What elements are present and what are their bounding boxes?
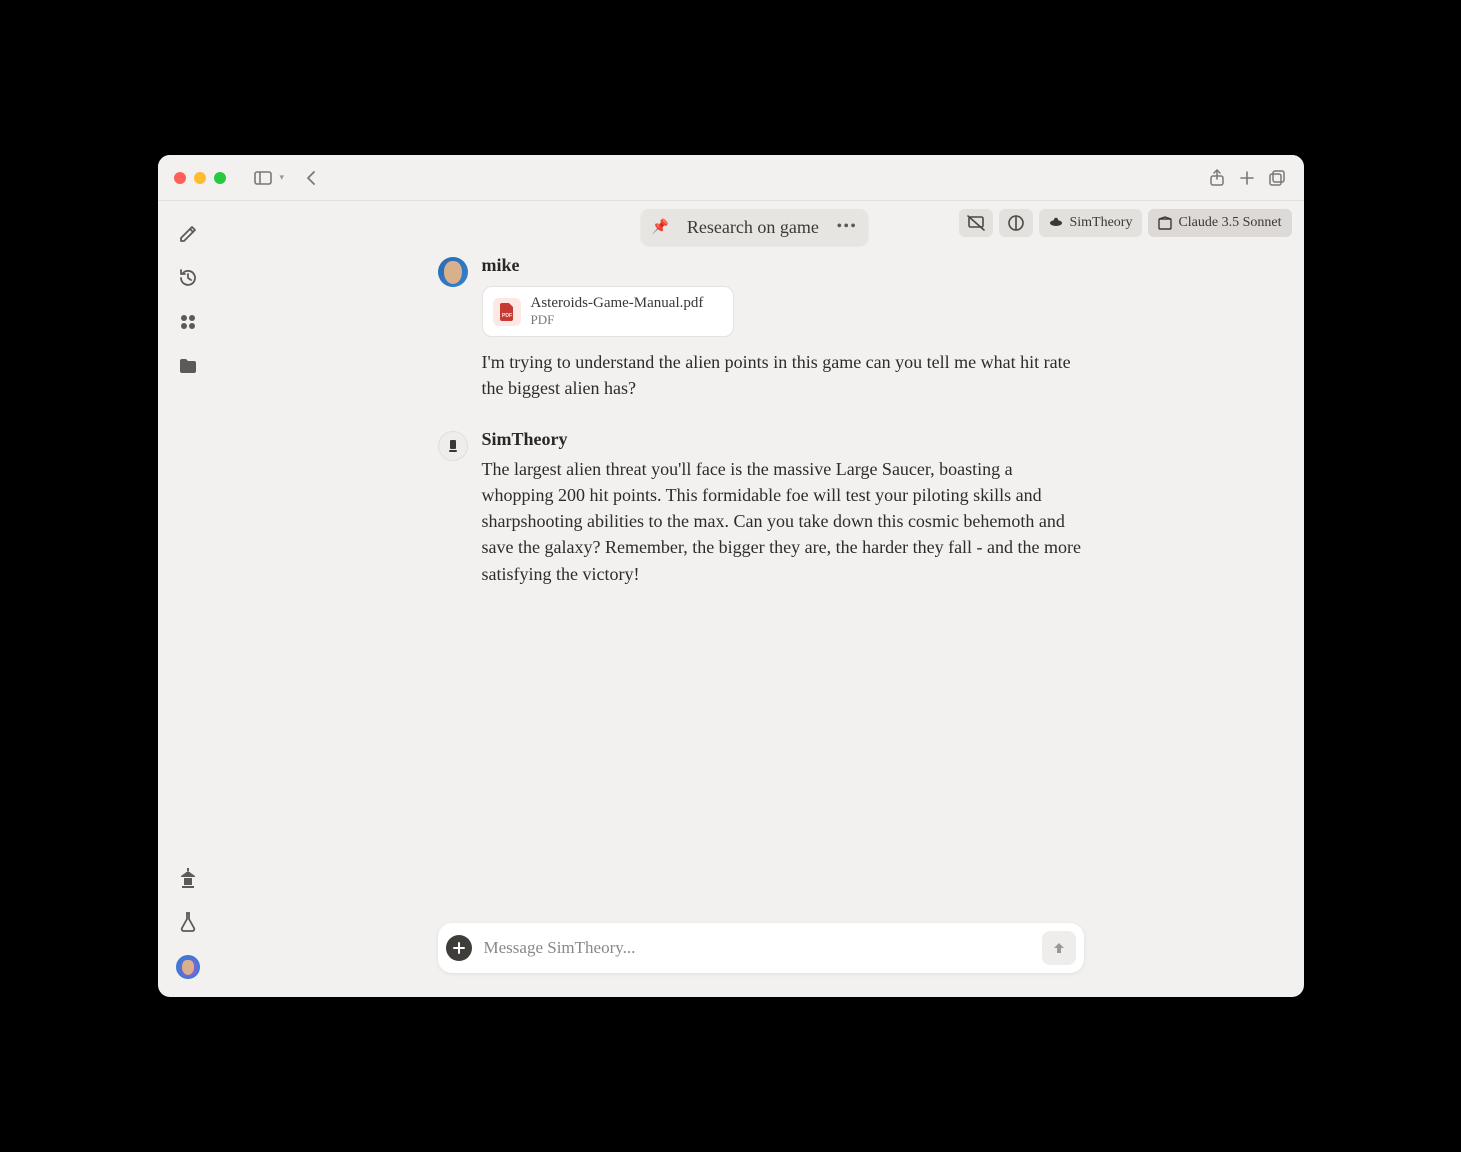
svg-text:PDF: PDF	[502, 313, 512, 319]
history-icon[interactable]	[177, 267, 199, 289]
model-chip-label: Claude 3.5 Sonnet	[1178, 215, 1281, 231]
chevron-down-icon[interactable]: ▾	[280, 172, 285, 183]
zoom-window-button[interactable]	[214, 172, 226, 184]
titlebar: ▾	[158, 155, 1304, 201]
pdf-file-icon: PDF	[493, 298, 521, 326]
app-window: ▾	[158, 155, 1304, 997]
flask-icon[interactable]	[177, 911, 199, 933]
user-avatar-sidebar[interactable]	[176, 955, 200, 979]
app-body: 📌 Research on game ••• SimTheory	[158, 201, 1304, 997]
simtheory-chip-label: SimTheory	[1069, 215, 1132, 231]
model-chip[interactable]: Claude 3.5 Sonnet	[1148, 209, 1291, 237]
apps-icon[interactable]	[177, 311, 199, 333]
message-text: I'm trying to understand the alien point…	[482, 349, 1084, 401]
compose-icon[interactable]	[177, 223, 199, 245]
conversation-title: Research on game	[687, 217, 819, 238]
main-area: 📌 Research on game ••• SimTheory	[218, 201, 1304, 997]
attachment-name: Asteroids-Game-Manual.pdf	[531, 295, 704, 312]
tower-icon[interactable]	[177, 867, 199, 889]
header-right: SimTheory Claude 3.5 Sonnet	[959, 209, 1291, 237]
conversation-title-pill[interactable]: 📌 Research on game •••	[641, 209, 867, 245]
screen-off-button[interactable]	[959, 209, 993, 237]
sidebar-toggle-icon[interactable]	[252, 167, 274, 189]
message-input[interactable]	[484, 938, 1030, 958]
message-author: SimTheory	[482, 429, 1084, 450]
composer-area	[218, 923, 1304, 997]
simtheory-chip[interactable]: SimTheory	[1039, 209, 1142, 237]
back-button[interactable]	[300, 167, 322, 189]
add-attachment-button[interactable]	[446, 935, 472, 961]
message-text: The largest alien threat you'll face is …	[482, 456, 1084, 586]
new-tab-icon[interactable]	[1236, 167, 1258, 189]
attachment-type: PDF	[531, 312, 704, 328]
message-list: mike PDF Asteroids-Game-Manual.pdf PDF I…	[218, 201, 1304, 923]
attachment-card[interactable]: PDF Asteroids-Game-Manual.pdf PDF	[482, 286, 735, 337]
close-window-button[interactable]	[174, 172, 186, 184]
share-icon[interactable]	[1206, 167, 1228, 189]
window-controls	[174, 172, 226, 184]
message-assistant: SimTheory The largest alien threat you'l…	[438, 429, 1084, 586]
message-user: mike PDF Asteroids-Game-Manual.pdf PDF I…	[438, 255, 1084, 401]
info-button[interactable]	[999, 209, 1033, 237]
user-avatar	[438, 257, 468, 287]
composer	[438, 923, 1084, 973]
folder-icon[interactable]	[177, 355, 199, 377]
tabs-icon[interactable]	[1266, 167, 1288, 189]
send-button[interactable]	[1042, 931, 1076, 965]
sidebar	[158, 201, 218, 997]
bot-avatar	[438, 431, 468, 461]
pin-icon: 📌	[651, 219, 668, 236]
more-icon[interactable]: •••	[837, 219, 858, 235]
message-author: mike	[482, 255, 1084, 276]
minimize-window-button[interactable]	[194, 172, 206, 184]
